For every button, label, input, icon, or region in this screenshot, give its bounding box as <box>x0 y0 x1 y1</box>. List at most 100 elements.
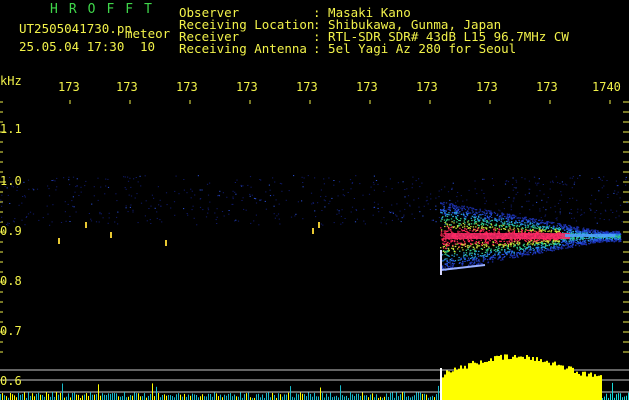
noise-speck <box>524 194 526 196</box>
echo-pixel <box>567 243 569 245</box>
power-bar <box>158 393 159 400</box>
noise-speck <box>127 211 129 213</box>
echo-pixel <box>467 257 470 259</box>
echo-pixel <box>520 221 523 223</box>
noise-speck <box>255 202 258 204</box>
echo-pixel <box>450 203 452 205</box>
echo-pixel <box>452 259 454 261</box>
echo-pixel <box>506 214 509 216</box>
echo-pixel <box>478 242 481 244</box>
noise-speck <box>150 205 152 207</box>
echo-pixel <box>498 225 501 227</box>
echo-pixel <box>516 242 518 244</box>
power-bar <box>156 386 157 400</box>
echo-pixel <box>582 239 584 241</box>
noise-speck <box>499 210 501 212</box>
echo-pixel <box>477 228 479 230</box>
echo-pixel <box>539 239 541 241</box>
noise-speck <box>363 208 365 210</box>
echo-pixel <box>445 248 447 250</box>
noise-speck <box>538 182 540 184</box>
noise-speck <box>307 175 309 177</box>
echo-pixel <box>572 239 574 241</box>
echo-pixel <box>496 214 498 216</box>
antenna-label: Receiving Antenna <box>179 41 307 56</box>
echo-pixel <box>543 229 545 231</box>
noise-speck <box>485 200 487 202</box>
echo-pixel <box>453 222 455 224</box>
echo-pixel <box>497 213 499 215</box>
echo-pixel <box>572 240 575 243</box>
echo-pixel <box>488 253 490 255</box>
echo-pixel <box>584 232 586 234</box>
echo-pixel <box>454 241 456 243</box>
noise-speck <box>183 189 185 191</box>
echo-pixel <box>510 229 512 231</box>
echo-pixel <box>527 229 529 232</box>
echo-pixel <box>532 252 535 254</box>
echo-pixel <box>467 248 469 250</box>
echo-pixel <box>506 213 509 215</box>
noise-speck <box>140 202 143 204</box>
noise-speck <box>265 208 267 210</box>
power-bar <box>88 395 89 400</box>
noise-speck <box>409 204 411 206</box>
echo-pixel <box>611 240 613 242</box>
noise-speck <box>159 199 161 201</box>
power-bar <box>496 355 498 400</box>
echo-pixel <box>550 229 553 231</box>
noise-speck <box>207 212 209 214</box>
echo-pixel <box>519 253 521 255</box>
noise-speck <box>521 177 523 179</box>
noise-speck <box>273 213 275 215</box>
power-bar <box>4 395 5 400</box>
power-bar <box>304 394 305 400</box>
echo-pixel <box>481 222 484 225</box>
echo-pixel <box>554 240 556 242</box>
echo-pixel <box>562 226 564 228</box>
noise-speck <box>144 215 146 217</box>
echo-pixel <box>442 250 445 252</box>
power-bar <box>542 362 544 400</box>
echo-pixel <box>444 225 446 228</box>
echo-pixel <box>459 227 461 229</box>
noise-speck <box>626 202 628 204</box>
echo-pixel <box>513 246 515 248</box>
echo-pixel <box>528 241 531 243</box>
echo-pixel <box>525 219 528 221</box>
noise-speck <box>484 208 486 210</box>
echo-pixel <box>441 209 444 211</box>
y-tick-label: 0.6 <box>0 374 22 388</box>
power-bar <box>580 375 582 400</box>
noise-speck <box>64 201 66 203</box>
echo-pixel <box>602 241 604 243</box>
echo-pixel <box>472 248 474 251</box>
echo-pixel <box>530 243 532 245</box>
echo-pixel <box>463 220 465 222</box>
echo-pixel <box>573 226 575 229</box>
noise-speck <box>417 197 420 199</box>
noise-speck <box>539 208 541 210</box>
echo-pixel <box>471 264 473 266</box>
noise-speck <box>476 193 478 195</box>
noise-speck <box>529 188 531 190</box>
noise-speck <box>512 177 514 179</box>
power-bar <box>224 394 225 400</box>
noise-speck <box>187 214 189 216</box>
power-bar <box>200 396 201 400</box>
echo-pixel <box>458 219 460 222</box>
echo-pixel <box>568 231 570 234</box>
noise-speck <box>99 213 101 215</box>
echo-pixel <box>482 224 485 226</box>
echo-pixel <box>558 241 560 243</box>
power-bar <box>426 394 427 400</box>
noise-speck <box>166 204 168 206</box>
noise-speck <box>100 186 102 188</box>
echo-pixel <box>440 230 443 232</box>
echo-pixel <box>499 244 501 246</box>
echo-pixel <box>534 227 537 229</box>
noise-speck <box>136 193 138 195</box>
noise-speck <box>32 188 34 190</box>
power-bar <box>556 365 558 400</box>
noise-speck <box>507 181 510 183</box>
